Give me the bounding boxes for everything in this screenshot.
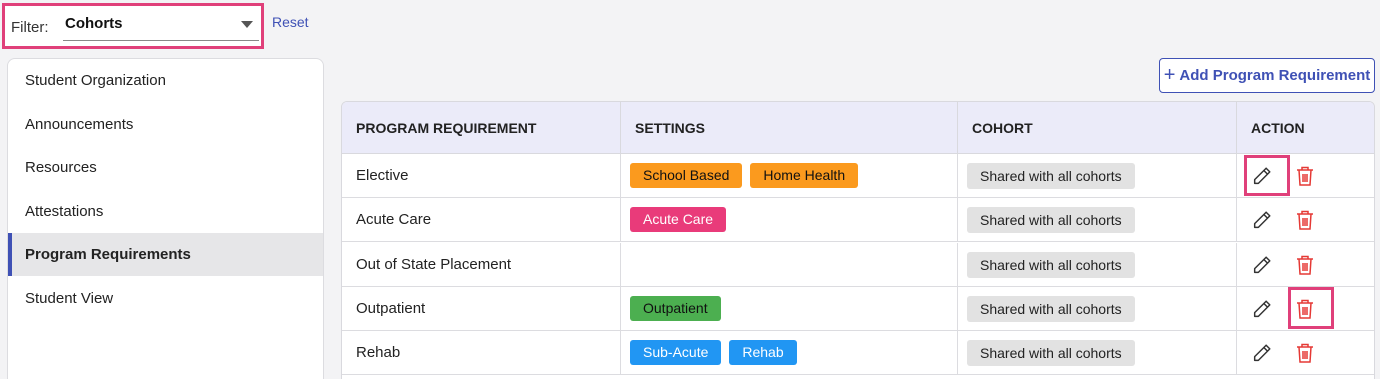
table-row: Out of State Placement Shared with all co… <box>342 242 1374 287</box>
sidebar-item-student-organization[interactable]: Student Organization <box>8 59 323 102</box>
table-row: Elective School Based Home Health Shared wi… <box>342 154 1374 198</box>
column-header-cohort: COHORT <box>958 102 1237 154</box>
pencil-icon[interactable] <box>1249 207 1275 233</box>
filter-selected-value: Cohorts <box>65 15 123 32</box>
settings-tags: School Based Home Health <box>630 163 859 188</box>
sidebar-item-student-view[interactable]: Student View <box>8 277 323 320</box>
settings-tags: Sub-Acute Rehab <box>630 340 797 366</box>
sidebar: Student Organization Announcements Resourc… <box>7 58 324 379</box>
column-header-action: ACTION <box>1251 120 1305 136</box>
requirement-name: Rehab <box>356 344 401 362</box>
requirement-name: Out of State Placement <box>356 255 512 273</box>
setting-tag: Home Health <box>750 163 859 188</box>
setting-tag: Rehab <box>729 340 797 366</box>
cohort-chip: Shared with all cohorts <box>967 251 1135 278</box>
settings-cell: Outpatient <box>621 286 958 331</box>
add-program-requirement-label: Add Program Requirement <box>1179 67 1371 84</box>
chevron-down-icon <box>241 21 253 28</box>
pencil-icon[interactable] <box>1249 252 1275 278</box>
table-row: Rehab Sub-Acute Rehab Shared with all cohor… <box>342 331 1374 376</box>
cohort-cell: Shared with all cohorts <box>958 154 1237 198</box>
requirement-cell: Elective <box>342 154 621 198</box>
settings-tags: Outpatient <box>630 295 721 321</box>
page: Filter: Cohorts Reset Student Organizati… <box>0 0 1380 379</box>
cohort-chip: Shared with all cohorts <box>967 340 1135 367</box>
program-requirements-table: PROGRAM REQUIREMENT SETTINGS COHORT ACTI… <box>341 101 1375 379</box>
settings-cell: School Based Home Health <box>621 154 958 198</box>
action-cell <box>1237 154 1374 198</box>
table-header: PROGRAM REQUIREMENT SETTINGS COHORT ACTI… <box>342 102 1374 154</box>
requirement-name: Elective <box>356 167 409 184</box>
action-cell <box>1237 331 1374 375</box>
column-header-settings: SETTINGS <box>621 102 958 154</box>
pencil-icon[interactable] <box>1249 163 1275 189</box>
sidebar-item-program-requirements[interactable]: Program Requirements <box>8 233 323 276</box>
reset-link[interactable]: Reset <box>272 14 309 30</box>
settings-tags: Acute Care <box>630 207 727 233</box>
filter-highlight: Filter: Cohorts <box>2 3 264 49</box>
sidebar-item-attestations[interactable]: Attestations <box>8 190 323 233</box>
cohort-cell: Shared with all cohorts <box>958 242 1237 287</box>
settings-cell: Sub-Acute Rehab <box>621 331 958 376</box>
cohort-chip: Shared with all cohorts <box>967 295 1135 322</box>
trash-icon[interactable] <box>1292 340 1318 366</box>
settings-cell <box>621 242 958 287</box>
filter-label: Filter: <box>11 19 49 36</box>
plus-icon: + <box>1163 63 1176 86</box>
requirement-name: Outpatient <box>356 299 426 317</box>
requirement-cell: Out of State Placement <box>342 242 621 287</box>
requirement-cell: Rehab <box>342 331 621 376</box>
sidebar-item-resources[interactable]: Resources <box>8 146 323 189</box>
cohort-cell: Shared with all cohorts <box>958 331 1237 376</box>
settings-cell: Acute Care <box>621 198 958 243</box>
pencil-icon[interactable] <box>1249 340 1275 366</box>
setting-tag: School Based <box>630 163 743 188</box>
cohort-chip: Shared with all cohorts <box>967 163 1135 189</box>
trash-icon[interactable] <box>1292 163 1318 189</box>
trash-icon[interactable] <box>1292 252 1318 278</box>
add-program-requirement-button[interactable]: + Add Program Requirement <box>1159 58 1375 93</box>
action-cell <box>1237 198 1374 242</box>
requirement-cell: Acute Care <box>342 198 621 243</box>
trash-icon[interactable] <box>1292 296 1318 322</box>
setting-tag: Outpatient <box>630 295 721 321</box>
requirement-cell: Outpatient <box>342 286 621 331</box>
setting-tag: Sub-Acute <box>630 340 722 366</box>
cohort-cell: Shared with all cohorts <box>958 198 1237 243</box>
sidebar-item-announcements[interactable]: Announcements <box>8 103 323 146</box>
cohort-filter-select[interactable]: Cohorts <box>63 13 259 41</box>
requirement-name: Acute Care <box>356 211 432 229</box>
table-row: Acute Care Acute Care Shared with all coho… <box>342 198 1374 243</box>
cohort-cell: Shared with all cohorts <box>958 286 1237 331</box>
action-cell <box>1237 287 1374 331</box>
trash-icon[interactable] <box>1292 207 1318 233</box>
column-header-program-requirement: PROGRAM REQUIREMENT <box>342 102 621 154</box>
table-row: Outpatient Outpatient Shared with all coho… <box>342 286 1374 331</box>
setting-tag: Acute Care <box>630 207 727 233</box>
action-cell <box>1237 243 1374 287</box>
pencil-icon[interactable] <box>1249 296 1275 322</box>
cohort-chip: Shared with all cohorts <box>967 207 1135 234</box>
